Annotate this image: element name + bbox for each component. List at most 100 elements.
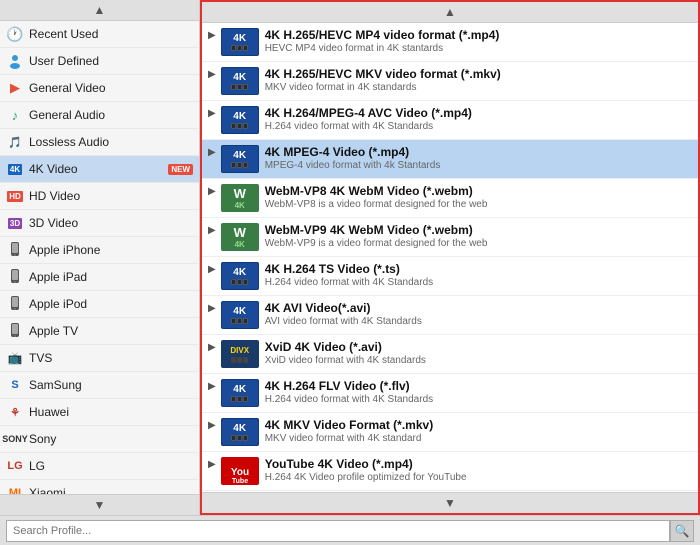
sidebar-item-apple-tv[interactable]: Apple TV [0,318,199,345]
main-area: ▲ 🕐 Recent Used User Defined ▶ General Video… [0,0,700,515]
search-button[interactable]: 🔍 [670,520,694,542]
format-title: 4K H.264/MPEG-4 AVC Video (*.mp4) [265,106,692,120]
format-desc: H.264 video format with 4K Standards [265,277,692,288]
format-item-youtube-4k[interactable]: ▶ YouTube YouTube 4K Video (*.mp4)H.264 4K… [202,452,698,491]
sidebar-label-apple-iphone: Apple iPhone [29,243,193,257]
format-item-webm-vp8[interactable]: ▶W4KWebM-VP8 4K WebM Video (*.webm)WebM-… [202,179,698,218]
sidebar-icon-apple-iphone [6,241,24,259]
format-item-4k-mkv[interactable]: ▶ 4K 4K MKV Video Format (*.mkv)MKV vide… [202,413,698,452]
sidebar-item-hd-video[interactable]: HDHD Video [0,183,199,210]
search-bar: 🔍 [0,515,700,545]
format-title: XviD 4K Video (*.avi) [265,340,692,354]
format-arrow-icon: ▶ [208,420,216,431]
new-badge: NEW [168,164,193,175]
format-arrow-icon: ▶ [208,459,216,470]
format-item-xvid-4k[interactable]: ▶DIVXXviD 4K Video (*.avi)XviD video for… [202,335,698,374]
sidebar-icon-recent-used: 🕐 [6,25,24,43]
format-item-4k-avi[interactable]: ▶ 4K 4K AVI Video(*.avi)AVI video format… [202,296,698,335]
sidebar-item-3d-video[interactable]: 3D3D Video [0,210,199,237]
format-arrow-icon: ▶ [208,264,216,275]
sidebar-label-lg: LG [29,459,193,473]
sidebar-label-user-defined: User Defined [29,54,193,68]
format-text-xvid-4k: XviD 4K Video (*.avi)XviD video format w… [265,340,692,366]
sidebar-item-samsung[interactable]: SSamSung [0,372,199,399]
format-badge-4k-mkv: 4K [221,418,259,446]
sidebar: ▲ 🕐 Recent Used User Defined ▶ General Video… [0,0,200,515]
format-badge-4k-mpeg4: 4K [221,145,259,173]
sidebar-icon-tvs: 📺 [6,349,24,367]
format-item-4k-mpeg4[interactable]: ▶ 4K 4K MPEG-4 Video (*.mp4)MPEG-4 video… [202,140,698,179]
format-badge-youtube-4k: YouTube [221,457,259,485]
sidebar-icon-apple-ipod [6,295,24,313]
format-item-4k-h264-mp4[interactable]: ▶ 4K 4K H.264/MPEG-4 AVC Video (*.mp4)H.… [202,101,698,140]
sidebar-item-lossless-audio[interactable]: 🎵Lossless Audio [0,129,199,156]
format-panel: ▲ ▶ 4K 4K H.265/HEVC MP4 video format (*… [200,0,700,515]
search-input[interactable] [6,520,670,542]
sidebar-label-huawei: Huawei [29,405,193,419]
sidebar-item-sony[interactable]: SONYSony [0,426,199,453]
format-item-4k-h265-mkv[interactable]: ▶ 4K 4K H.265/HEVC MKV video format (*.m… [202,62,698,101]
format-title: WebM-VP9 4K WebM Video (*.webm) [265,223,692,237]
format-arrow-icon: ▶ [208,381,216,392]
sidebar-icon-4k-video: 4K [6,160,24,178]
sidebar-icon-general-video: ▶ [6,79,24,97]
sidebar-label-recent-used: Recent Used [29,27,193,41]
sidebar-icon-general-audio: ♪ [6,106,24,124]
sidebar-item-general-video[interactable]: ▶ General Video [0,75,199,102]
sidebar-label-xiaomi: Xiaomi [29,486,193,494]
sidebar-item-apple-iphone[interactable]: Apple iPhone [0,237,199,264]
format-desc: H.264 4K Video profile optimized for You… [265,472,692,483]
format-scroll-down[interactable]: ▼ [202,492,698,513]
sidebar-icon-3d-video: 3D [6,214,24,232]
sidebar-label-lossless-audio: Lossless Audio [29,135,193,149]
sidebar-item-tvs[interactable]: 📺 TVS [0,345,199,372]
sidebar-item-user-defined[interactable]: User Defined [0,48,199,75]
format-badge-4k-h264-mp4: 4K [221,106,259,134]
format-text-4k-mpeg4: 4K MPEG-4 Video (*.mp4)MPEG-4 video form… [265,145,692,171]
format-list: ▶ 4K 4K H.265/HEVC MP4 video format (*.m… [202,23,698,492]
format-text-webm-vp9: WebM-VP9 4K WebM Video (*.webm)WebM-VP9 … [265,223,692,249]
sidebar-icon-apple-tv [6,322,24,340]
format-badge-4k-h265-mkv: 4K [221,67,259,95]
sidebar-icon-apple-ipad [6,268,24,286]
format-item-4k-h265-mp4[interactable]: ▶ 4K 4K H.265/HEVC MP4 video format (*.m… [202,23,698,62]
sidebar-label-tvs: TVS [29,351,193,365]
sidebar-item-general-audio[interactable]: ♪ General Audio [0,102,199,129]
format-item-4k-h264-flv[interactable]: ▶ 4K 4K H.264 FLV Video (*.flv)H.264 vid… [202,374,698,413]
format-arrow-icon: ▶ [208,303,216,314]
format-desc: XviD video format with 4K standards [265,355,692,366]
format-item-webm-vp9[interactable]: ▶W4KWebM-VP9 4K WebM Video (*.webm)WebM-… [202,218,698,257]
chevron-down-icon: ▼ [94,498,106,512]
sidebar-icon-user-defined [6,52,24,70]
sidebar-item-apple-ipad[interactable]: Apple iPad [0,264,199,291]
format-text-4k-mkv: 4K MKV Video Format (*.mkv)MKV video for… [265,418,692,444]
format-desc: MPEG-4 video format with 4k Stantards [265,160,692,171]
sidebar-item-xiaomi[interactable]: MIXiaomi [0,480,199,494]
sidebar-item-4k-video[interactable]: 4K 4K Video NEW [0,156,199,183]
sidebar-scroll-down[interactable]: ▼ [0,494,199,515]
sidebar-icon-hd-video: HD [6,187,24,205]
format-text-4k-h264-flv: 4K H.264 FLV Video (*.flv)H.264 video fo… [265,379,692,405]
sidebar-item-huawei[interactable]: ⚘Huawei [0,399,199,426]
format-title: 4K H.265/HEVC MKV video format (*.mkv) [265,67,692,81]
chevron-up-icon: ▲ [444,5,456,19]
sidebar-scroll-up[interactable]: ▲ [0,0,199,21]
format-badge-4k-h265-mp4: 4K [221,28,259,56]
format-badge-webm-vp9: W4K [221,223,259,251]
sidebar-item-recent-used[interactable]: 🕐 Recent Used [0,21,199,48]
format-badge-xvid-4k: DIVX [221,340,259,368]
sidebar-icon-lg: LG [6,457,24,475]
search-icon: 🔍 [675,524,690,538]
format-item-4k-h264-ts[interactable]: ▶ 4K 4K H.264 TS Video (*.ts)H.264 video… [202,257,698,296]
sidebar-label-general-video: General Video [29,81,193,95]
format-desc: WebM-VP9 is a video format designed for … [265,238,692,249]
format-badge-4k-avi: 4K [221,301,259,329]
sidebar-item-apple-ipod[interactable]: Apple iPod [0,291,199,318]
sidebar-label-general-audio: General Audio [29,108,193,122]
sidebar-label-4k-video: 4K Video [29,162,164,176]
main-container: ▲ 🕐 Recent Used User Defined ▶ General Video… [0,0,700,545]
svg-text:You: You [231,467,249,478]
format-scroll-up[interactable]: ▲ [202,2,698,23]
sidebar-item-lg[interactable]: LG LG [0,453,199,480]
format-title: YouTube 4K Video (*.mp4) [265,457,692,471]
